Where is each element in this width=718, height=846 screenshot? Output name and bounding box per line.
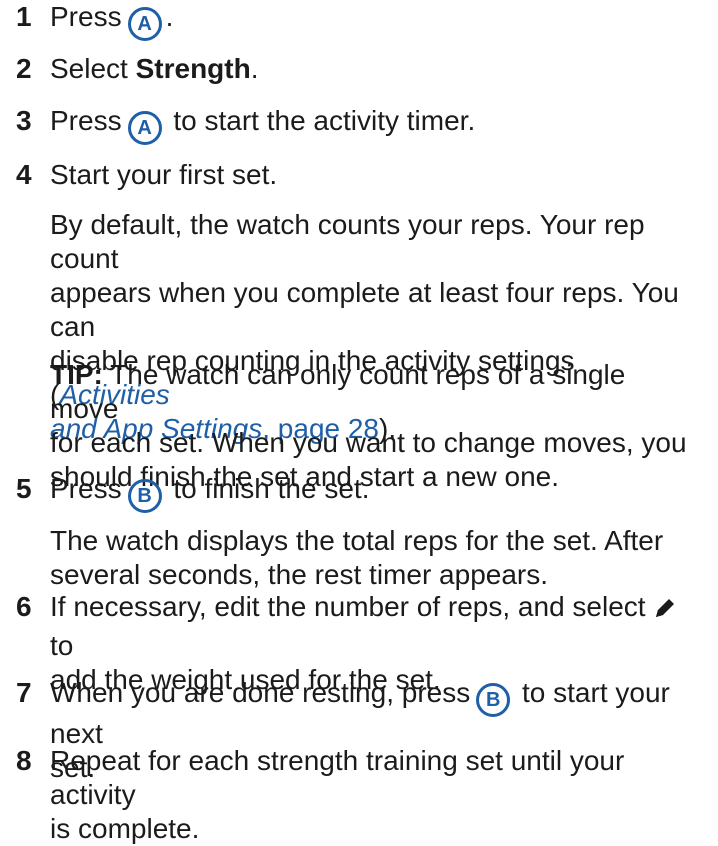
- step-text: Press A.: [50, 0, 690, 41]
- step-number: 1: [16, 1, 32, 32]
- step-number: 6: [16, 591, 32, 622]
- pencil-icon: [652, 595, 678, 629]
- step-text: Select Strength.: [50, 53, 259, 84]
- tip-label: TIP:: [50, 359, 103, 390]
- step-number: 7: [16, 677, 32, 708]
- step-5-description: The watch displays the total reps for th…: [50, 525, 664, 590]
- b-button-icon: B: [127, 479, 162, 513]
- step-text: Repeat for each strength training set un…: [50, 745, 625, 844]
- a-button-icon: A: [127, 7, 162, 41]
- step-number: 3: [16, 105, 32, 136]
- document-page: 1 Press A. 2 Select Strength. 3 Press A to…: [0, 0, 718, 844]
- step-text: Press A to start the activity timer.: [50, 104, 690, 145]
- step-number: 5: [16, 473, 32, 504]
- step-text: Press B to finish the set.: [50, 472, 690, 513]
- a-button-icon: A: [127, 111, 162, 145]
- step-number: 8: [16, 745, 32, 776]
- step-number: 4: [16, 159, 32, 190]
- step-text: Start your first set.: [50, 159, 278, 190]
- b-button-icon: B: [476, 683, 511, 717]
- step-number: 2: [16, 53, 32, 84]
